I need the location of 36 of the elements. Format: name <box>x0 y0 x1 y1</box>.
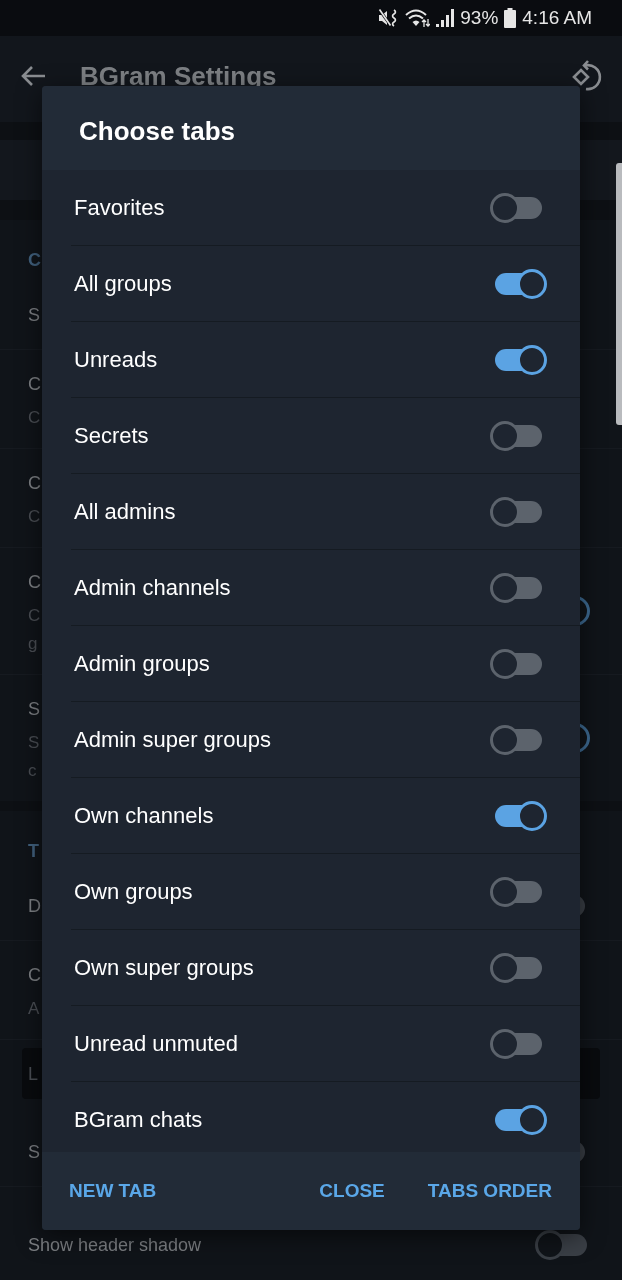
dialog-title: Choose tabs <box>79 115 236 147</box>
app-title: BGram Settings <box>80 61 277 91</box>
option-label: Secrets <box>74 421 149 450</box>
setting-title: Show header shadow <box>28 1234 202 1257</box>
clock-time: 4:16 AM <box>522 7 592 29</box>
option-label: Own channels <box>74 801 214 830</box>
setting-title: S <box>28 303 40 327</box>
option-label: Admin groups <box>74 649 210 678</box>
back-arrow-icon[interactable] <box>20 65 46 87</box>
info-text: L <box>28 1062 38 1085</box>
option-label: Own groups <box>74 877 193 906</box>
battery-icon <box>504 8 517 28</box>
dialog-button[interactable]: CLOSE <box>307 1170 397 1212</box>
option-label: All admins <box>74 497 176 526</box>
setting-title: S <box>28 1140 40 1164</box>
setting-title: C <box>28 964 41 987</box>
option-label: BGram chats <box>74 1105 203 1134</box>
option-label: Unreads <box>74 345 158 374</box>
option-label: Admin channels <box>74 573 231 602</box>
option-label: Unread unmuted <box>74 1029 238 1058</box>
setting-title: C <box>28 571 41 594</box>
dialog-button[interactable]: TABS ORDER <box>415 1170 564 1212</box>
option-label: Own super groups <box>74 953 254 982</box>
setting-title: C <box>28 373 41 396</box>
option-label: Admin super groups <box>74 725 271 754</box>
battery-percent: 93% <box>460 7 499 29</box>
setting-title: C <box>28 472 41 495</box>
setting-title: D <box>28 894 41 918</box>
option-label: All groups <box>74 269 172 298</box>
section-header: C <box>28 249 41 272</box>
setting-title: S <box>28 698 40 721</box>
dialog-button[interactable]: NEW TAB <box>57 1170 169 1212</box>
option-label: Favorites <box>74 193 165 222</box>
section-header: T <box>28 840 39 863</box>
wifi-icon <box>405 8 431 28</box>
signal-icon <box>436 9 455 27</box>
